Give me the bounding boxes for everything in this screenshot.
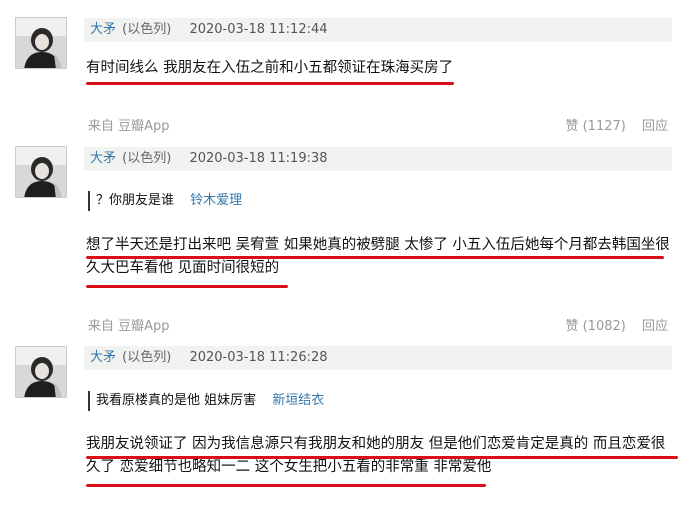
author-link[interactable]: 大矛 (90, 350, 116, 365)
quote-author-link[interactable]: 新垣结衣 (272, 393, 324, 408)
red-underline (86, 285, 288, 288)
comment-line: 久了 恋爱细节也略知一二 这个女生把小五看的非常重 非常爱他 (86, 459, 492, 475)
author-location: (以色列) (122, 151, 172, 166)
red-underline (86, 484, 486, 487)
comment-meta: 大矛 (以色列) 2020-03-18 11:19:38 (84, 147, 672, 171)
reply-button[interactable]: 回应 (642, 119, 668, 134)
comment-line: 想了半天还是打出来吧 吴宥萱 如果她真的被劈腿 太惨了 小五入伍后她每个月都去韩… (86, 237, 670, 253)
quote-text: 我看原楼真的是他 姐妹厉害 (96, 393, 257, 408)
like-button[interactable]: 赞 (1082) (565, 319, 625, 334)
red-underline (86, 82, 454, 85)
comment-line: 我朋友说领证了 因为我信息源只有我朋友和她的朋友 但是他们恋爱肯定是真的 而且恋… (86, 436, 666, 452)
quote-author-link[interactable]: 铃木爱理 (190, 193, 242, 208)
comment-time: 2020-03-18 11:12:44 (189, 22, 328, 37)
author-link[interactable]: 大矛 (90, 151, 116, 166)
comment-footer: 来自 豆瓣App 赞 (1082) 回应 (84, 317, 672, 337)
source-label: 来自 豆瓣App (88, 119, 170, 134)
red-underline (86, 256, 664, 259)
comment-line: 久大巴车看他 见面时间很短的 (86, 260, 280, 276)
comment-time: 2020-03-18 11:19:38 (189, 151, 328, 166)
avatar[interactable] (15, 346, 67, 398)
red-underline (86, 456, 678, 459)
quote-text: ？你朋友是谁 (96, 193, 175, 208)
source-label: 来自 豆瓣App (88, 319, 170, 334)
reply-button[interactable]: 回应 (642, 319, 668, 334)
quoted-reply: ？你朋友是谁 铃木爱理 (88, 191, 242, 211)
comment-meta: 大矛 (以色列) 2020-03-18 11:12:44 (84, 18, 672, 42)
comment-footer: 来自 豆瓣App 赞 (1127) 回应 (84, 117, 672, 137)
comment-line: 有时间线么 我朋友在入伍之前和小五都领证在珠海买房了 (86, 60, 454, 76)
comment-time: 2020-03-18 11:26:28 (189, 350, 328, 365)
comment-meta: 大矛 (以色列) 2020-03-18 11:26:28 (84, 346, 672, 370)
author-link[interactable]: 大矛 (90, 22, 116, 37)
avatar[interactable] (15, 17, 67, 69)
avatar[interactable] (15, 146, 67, 198)
author-location: (以色列) (122, 350, 172, 365)
comment-text: 有时间线么 我朋友在入伍之前和小五都领证在珠海买房了 (86, 57, 676, 80)
like-button[interactable]: 赞 (1127) (565, 119, 625, 134)
author-location: (以色列) (122, 22, 172, 37)
quoted-reply: 我看原楼真的是他 姐妹厉害 新垣结衣 (88, 391, 324, 411)
